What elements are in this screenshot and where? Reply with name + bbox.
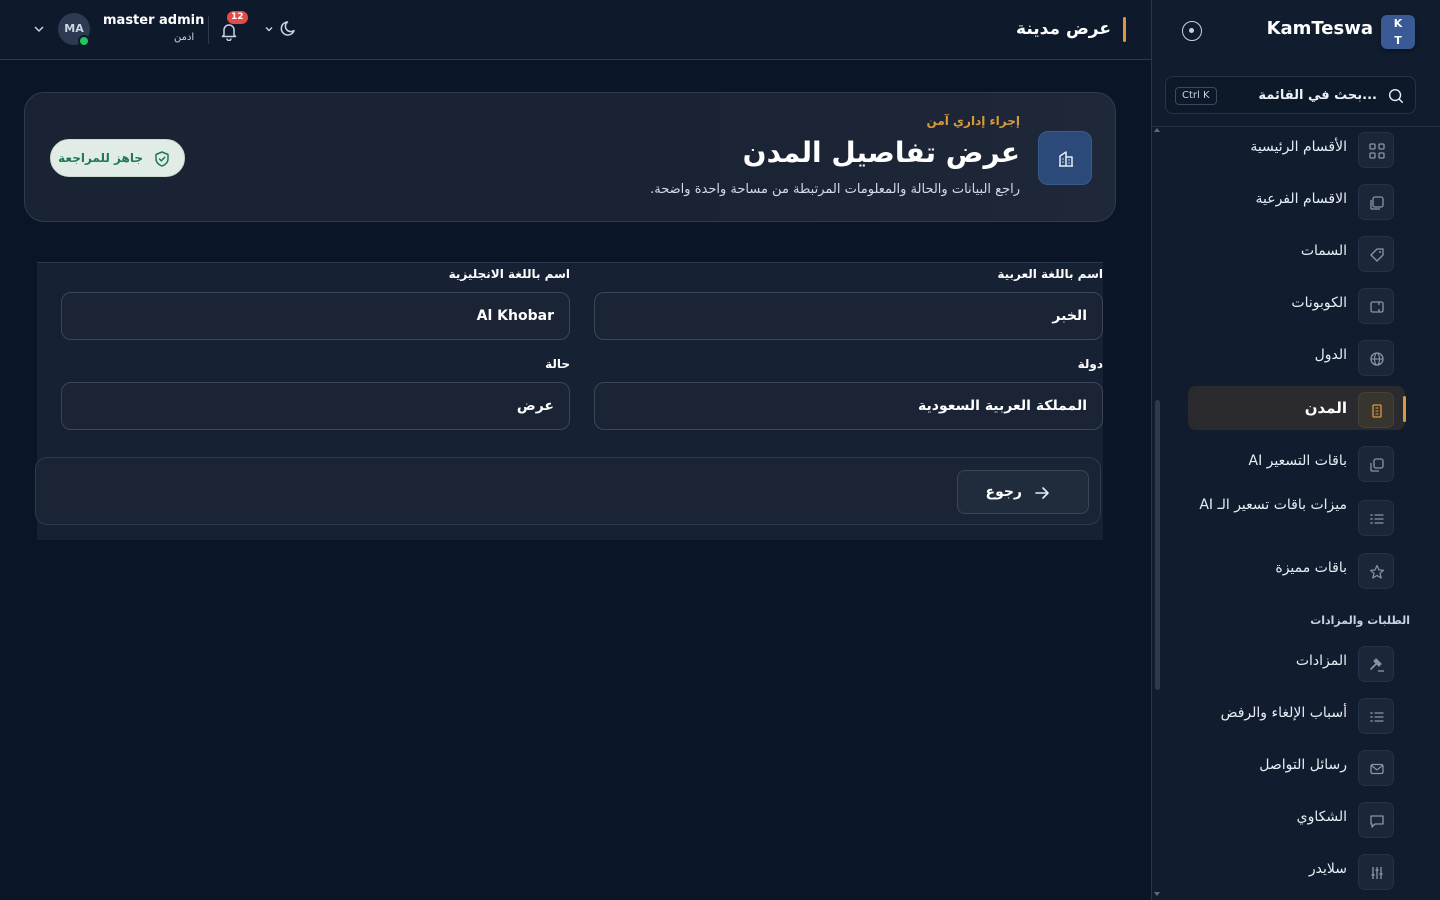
name-ar-label: اسم باللغة العربية: [997, 267, 1103, 281]
sidebar-item-label: رسائل التواصل: [1259, 757, 1347, 773]
country-field[interactable]: المملكة العربية السعودية: [594, 382, 1103, 430]
bell-icon[interactable]: [219, 21, 239, 41]
back-button-label: رجوع: [985, 484, 1023, 500]
brand-logo-top: K: [1393, 17, 1403, 30]
name-en-field[interactable]: Al Khobar: [61, 292, 570, 340]
moon-icon[interactable]: [280, 19, 298, 37]
sidebar-item-featured-plans[interactable]: باقات مميزة: [1188, 547, 1405, 591]
user-name[interactable]: master admin: [103, 13, 204, 28]
page-title: عرض مدينة: [1016, 19, 1111, 39]
search-shortcut: Ctrl K: [1175, 87, 1217, 105]
hero-kicker: إجراء إداري آمن: [926, 114, 1020, 128]
name-ar-field[interactable]: الخبر: [594, 292, 1103, 340]
sidebar-item-label: الدول: [1314, 347, 1347, 363]
status-field[interactable]: عرض: [61, 382, 570, 430]
search-icon: [1388, 88, 1404, 104]
sidebar-item-contact-messages[interactable]: رسائل التواصل: [1188, 744, 1405, 788]
notification-badge: 12: [227, 11, 248, 24]
page-title-accent: [1123, 17, 1126, 42]
sidebar-item-cities[interactable]: المدن: [1188, 386, 1406, 430]
sidebar-item-ai-pricing-plans[interactable]: باقات التسعير AI: [1188, 440, 1405, 484]
scroll-up-icon[interactable]: [1154, 128, 1160, 132]
sidebar-toggle-icon[interactable]: [1182, 21, 1202, 41]
building-icon: [1358, 392, 1394, 428]
mail-icon: [1358, 750, 1394, 786]
sidebar-item-label: السمات: [1300, 243, 1347, 259]
status-label: حالة: [545, 357, 570, 371]
sidebar-item-label: باقات التسعير AI: [1248, 453, 1348, 469]
brand-logo-bottom: T: [1394, 34, 1402, 47]
star-icon: [1358, 553, 1394, 589]
country-label: دولة: [1077, 357, 1103, 371]
sidebar-section-title: الطلبات والمزادات: [1310, 614, 1410, 627]
topbar: عرض مدينة MA master admin ادمن 12: [0, 0, 1151, 60]
sidebar-item-main-categories[interactable]: الأقسام الرئيسية: [1188, 126, 1405, 170]
tag-icon: [1358, 236, 1394, 272]
grid-icon: [1358, 132, 1394, 168]
sidebar-item-cancel-reasons[interactable]: أسباب الإلغاء والرفض: [1188, 692, 1405, 736]
online-status-indicator: [78, 35, 90, 47]
back-button[interactable]: رجوع: [957, 470, 1089, 514]
sidebar-scrollbar[interactable]: [1155, 400, 1160, 690]
gavel-icon: [1358, 646, 1394, 682]
brand-logo[interactable]: K T: [1381, 15, 1415, 49]
scroll-down-icon[interactable]: [1154, 892, 1160, 896]
list-check-icon: [1358, 698, 1394, 734]
sidebar-item-ai-plan-features[interactable]: ميزات باقات تسعير الـ AI: [1188, 494, 1405, 538]
sliders-icon: [1358, 854, 1394, 890]
ticket-icon: [1358, 288, 1394, 324]
sidebar-item-slider[interactable]: سلايدر: [1188, 848, 1405, 892]
sidebar-item-countries[interactable]: الدول: [1188, 334, 1405, 378]
sidebar-item-label: ميزات باقات تسعير الـ AI: [1199, 497, 1347, 513]
shield-check-icon: [155, 151, 169, 167]
topbar-divider: [208, 16, 209, 44]
sidebar-search-input[interactable]: بحث في القائمة...: [1258, 88, 1377, 103]
copy-icon: [1358, 446, 1394, 482]
form-actions: رجوع: [35, 457, 1101, 525]
sidebar-item-label: الكوبونات: [1291, 295, 1347, 311]
sidebar-item-label: المدن: [1304, 399, 1347, 417]
sidebar-item-auctions[interactable]: المزادات: [1188, 640, 1405, 684]
chevron-down-icon[interactable]: [264, 24, 274, 34]
sidebar-item-coupons[interactable]: الكوبونات: [1188, 282, 1405, 326]
sidebar-item-subcategories[interactable]: الاقسام الفرعية: [1188, 178, 1405, 222]
page-header-card: إجراء إداري آمن عرض تفاصيل المدن راجع ال…: [24, 92, 1116, 222]
sidebar: K T KamTeswa بحث في القائمة... Ctrl K ال…: [1151, 0, 1440, 900]
user-role: ادمن: [174, 32, 195, 43]
building-icon: [1038, 131, 1092, 185]
arrow-right-icon: [1035, 487, 1049, 499]
sidebar-header: K T KamTeswa: [1152, 0, 1440, 62]
sidebar-item-label: الشكاوي: [1296, 809, 1347, 825]
sidebar-search[interactable]: بحث في القائمة... Ctrl K: [1165, 76, 1416, 114]
sidebar-item-complaints[interactable]: الشكاوي: [1188, 796, 1405, 840]
chevron-down-icon[interactable]: [33, 24, 45, 34]
message-icon: [1358, 802, 1394, 838]
globe-icon: [1358, 340, 1394, 376]
status-badge: جاهز للمراجعة: [50, 139, 185, 177]
brand-name: KamTeswa: [1266, 18, 1373, 39]
layers-icon: [1358, 184, 1394, 220]
hero-description: راجع البيانات والحالة والمعلومات المرتبط…: [650, 182, 1020, 197]
name-en-label: اسم باللغة الانجليزية: [448, 267, 570, 281]
sidebar-item-attributes[interactable]: السمات: [1188, 230, 1405, 274]
sidebar-item-label: الأقسام الرئيسية: [1250, 139, 1347, 155]
sidebar-item-label: سلايدر: [1308, 861, 1347, 877]
hero-title: عرض تفاصيل المدن: [742, 136, 1020, 169]
status-badge-label: جاهز للمراجعة: [58, 151, 143, 165]
list-check-icon: [1358, 500, 1394, 536]
sidebar-item-label: أسباب الإلغاء والرفض: [1220, 705, 1347, 721]
sidebar-item-label: المزادات: [1295, 653, 1347, 669]
sidebar-item-label: الاقسام الفرعية: [1255, 191, 1348, 207]
sidebar-item-label: باقات مميزة: [1275, 560, 1347, 576]
